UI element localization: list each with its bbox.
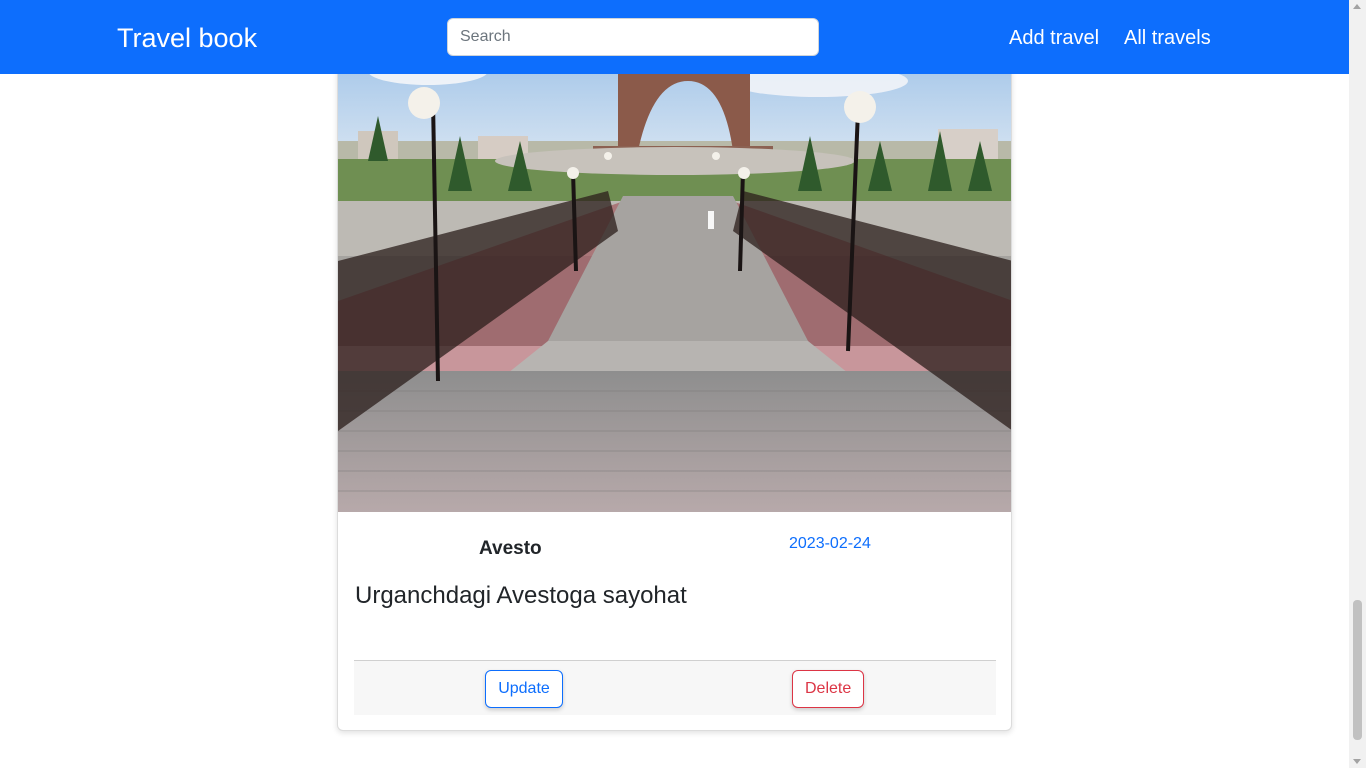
vertical-scrollbar[interactable] — [1349, 0, 1366, 768]
travel-place: Avesto — [479, 538, 542, 559]
search-input[interactable] — [447, 18, 819, 56]
card-footer: Update Delete — [354, 660, 996, 715]
travel-description: Urganchdagi Avestoga sayohat — [355, 582, 687, 609]
scroll-up-icon[interactable] — [1353, 4, 1361, 9]
scroll-down-icon[interactable] — [1353, 759, 1361, 764]
travel-photo — [338, 41, 1011, 512]
travel-date: 2023-02-24 — [789, 535, 871, 552]
brand-link[interactable]: Travel book — [117, 20, 257, 56]
scroll-thumb[interactable] — [1353, 600, 1362, 740]
navbar: Travel book Add travel All travels — [0, 0, 1349, 74]
update-button[interactable]: Update — [485, 670, 563, 708]
travel-card: Avesto 2023-02-24 Urganchdagi Avestoga s… — [337, 40, 1012, 731]
delete-button[interactable]: Delete — [792, 670, 864, 708]
all-travels-link[interactable]: All travels — [1124, 26, 1211, 50]
add-travel-link[interactable]: Add travel — [1009, 26, 1099, 50]
